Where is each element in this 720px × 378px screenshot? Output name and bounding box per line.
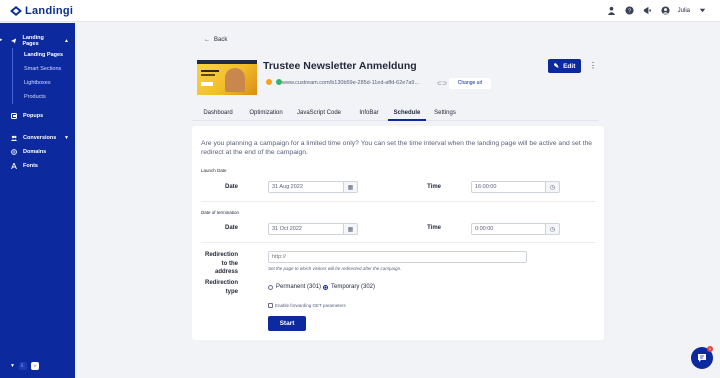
logo-text: Landingi [25, 5, 74, 17]
redirection-label: Redirection to the address [204, 252, 238, 275]
clock-icon[interactable]: ◷ [545, 181, 560, 193]
notification-badge: 1 [707, 346, 713, 352]
sidebar: ▸ Landing Pages ▲ Landing Pages Smart Se… [0, 23, 75, 378]
sidebar-subitem-products[interactable]: Products [13, 90, 63, 104]
sidebar-group-landing-pages: Landing Pages ▲ [0, 34, 75, 48]
back-link[interactable]: ← Back [204, 37, 227, 43]
back-label: Back [214, 37, 228, 43]
launch-time-input[interactable]: 16:00:00 [471, 181, 546, 193]
sidebar-subitem-smart-sections[interactable]: Smart Sections [13, 62, 63, 76]
sidebar-item-label: Domains [23, 149, 47, 155]
status-dot-warning [266, 79, 272, 85]
tab-optimization[interactable]: Optimization [244, 107, 288, 121]
sidebar-item-label: Popups [23, 113, 44, 119]
radio-temporary[interactable]: Temporary (302) [323, 284, 375, 290]
user-name[interactable]: Julia [678, 8, 690, 14]
sidebar-item-landing-pages[interactable]: Landing Pages ▲ [0, 34, 75, 48]
sidebar-item-domains[interactable]: Domains [0, 145, 75, 159]
arrow-left-icon: ← [204, 37, 210, 43]
change-url-button[interactable]: Change url [449, 78, 491, 89]
launch-date-input[interactable]: 31 Aug 2022 [268, 181, 344, 193]
checkbox[interactable] [268, 303, 273, 308]
paper-plane-icon [11, 38, 17, 44]
landing-thumbnail[interactable] [197, 60, 257, 95]
top-bar: Landingi ? Julia [0, 0, 720, 22]
termination-heading: Date of termination [201, 210, 240, 215]
chevron-up-icon: ▲ [64, 38, 69, 44]
launch-time-label: Time [427, 184, 441, 190]
sidebar-item-popups[interactable]: Popups [0, 109, 75, 123]
link-icon[interactable]: ⊂⊃ [437, 80, 447, 87]
forward-get-checkbox[interactable]: Enable forwarding GET parameters [268, 303, 346, 308]
top-right-actions: ? Julia [606, 5, 708, 16]
sidebar-item-label: Landing Pages [22, 35, 44, 47]
radio-label: Temporary (302) [331, 284, 376, 290]
light-mode-icon[interactable]: ☼ [30, 362, 39, 370]
status-dots [266, 79, 282, 85]
end-date-input[interactable]: 31 Oct 2022 [268, 223, 344, 235]
start-button[interactable]: Start [268, 316, 306, 331]
chat-bubble-icon [698, 354, 706, 362]
logo-mark-icon [10, 6, 22, 16]
account-switch-icon[interactable] [606, 5, 617, 16]
pencil-icon: ✎ [553, 63, 560, 70]
divider [201, 242, 596, 243]
sidebar-subitem-landing-pages[interactable]: Landing Pages [13, 48, 63, 62]
redirection-type-label: Redirection type [204, 280, 238, 295]
font-icon [11, 163, 17, 169]
tab-schedule[interactable]: Schedule [388, 107, 426, 121]
clock-icon[interactable]: ◷ [545, 223, 560, 235]
more-options-icon[interactable]: ⋮ [589, 61, 597, 70]
end-time-label: Time [427, 225, 441, 231]
radio-label: Permanent (301) [276, 284, 322, 290]
sidebar-item-label: Conversions [23, 135, 57, 141]
end-time-input[interactable]: 0:00:00 [471, 223, 546, 235]
divider [201, 201, 596, 202]
chevron-down-icon: ▼ [64, 135, 69, 141]
edit-button[interactable]: ✎ Edit [548, 59, 581, 73]
chevron-down-icon[interactable]: ▼ [10, 363, 15, 369]
chat-widget[interactable]: 1 [691, 346, 713, 369]
people-icon [11, 135, 17, 141]
sidebar-item-fonts[interactable]: Fonts [0, 159, 75, 173]
launch-date-label: Date [224, 184, 238, 190]
calendar-icon[interactable]: ▦ [343, 181, 358, 193]
end-date-label: Date [224, 225, 238, 231]
tab-dashboard[interactable]: Dashboard [192, 107, 244, 121]
schedule-intro: Are you planning a campaign for a limite… [201, 140, 593, 156]
svg-text:?: ? [628, 8, 631, 14]
chevron-down-icon[interactable] [697, 5, 708, 16]
tab-settings[interactable]: Settings [426, 107, 464, 121]
calendar-icon[interactable]: ▦ [343, 223, 358, 235]
landing-url[interactable]: www.custream.com/b130b59e-285d-11ed-affd… [282, 78, 427, 89]
user-avatar-icon[interactable] [660, 5, 671, 16]
sidebar-item-label: Fonts [23, 163, 38, 169]
radio-button[interactable] [268, 284, 273, 290]
landingi-logo[interactable]: Landingi [10, 5, 73, 17]
tab-infobar[interactable]: InfoBar [350, 107, 388, 121]
edit-label: Edit [563, 62, 576, 70]
radio-permanent[interactable]: Permanent (301) [268, 284, 321, 290]
sidebar-submenu: Landing Pages Smart Sections Lightboxes … [12, 48, 63, 104]
redirection-url-input[interactable] [268, 251, 527, 263]
schedule-card: Are you planning a campaign for a limite… [192, 126, 604, 340]
tab-bar: Dashboard Optimization JavaScript Code I… [192, 107, 598, 121]
tab-javascript-code[interactable]: JavaScript Code [288, 107, 350, 121]
checkbox-label: Enable forwarding GET parameters [275, 303, 346, 308]
sidebar-subitem-lightboxes[interactable]: Lightboxes [13, 76, 63, 90]
page-title: Trustee Newsletter Anmeldung [263, 60, 417, 72]
redirection-hint: Set the page to which visitors will be r… [268, 266, 402, 271]
sidebar-item-conversions[interactable]: Conversions ▼ [0, 131, 75, 145]
announcement-icon[interactable] [642, 5, 653, 16]
launch-date-heading: Launch Date [201, 168, 227, 173]
theme-switch: ▼ ☾ ☼ [10, 362, 39, 370]
dark-mode-icon[interactable]: ☾ [18, 362, 27, 370]
globe-icon [11, 149, 17, 155]
radio-button[interactable] [323, 284, 328, 290]
popup-icon [11, 113, 17, 119]
help-icon[interactable]: ? [624, 5, 635, 16]
